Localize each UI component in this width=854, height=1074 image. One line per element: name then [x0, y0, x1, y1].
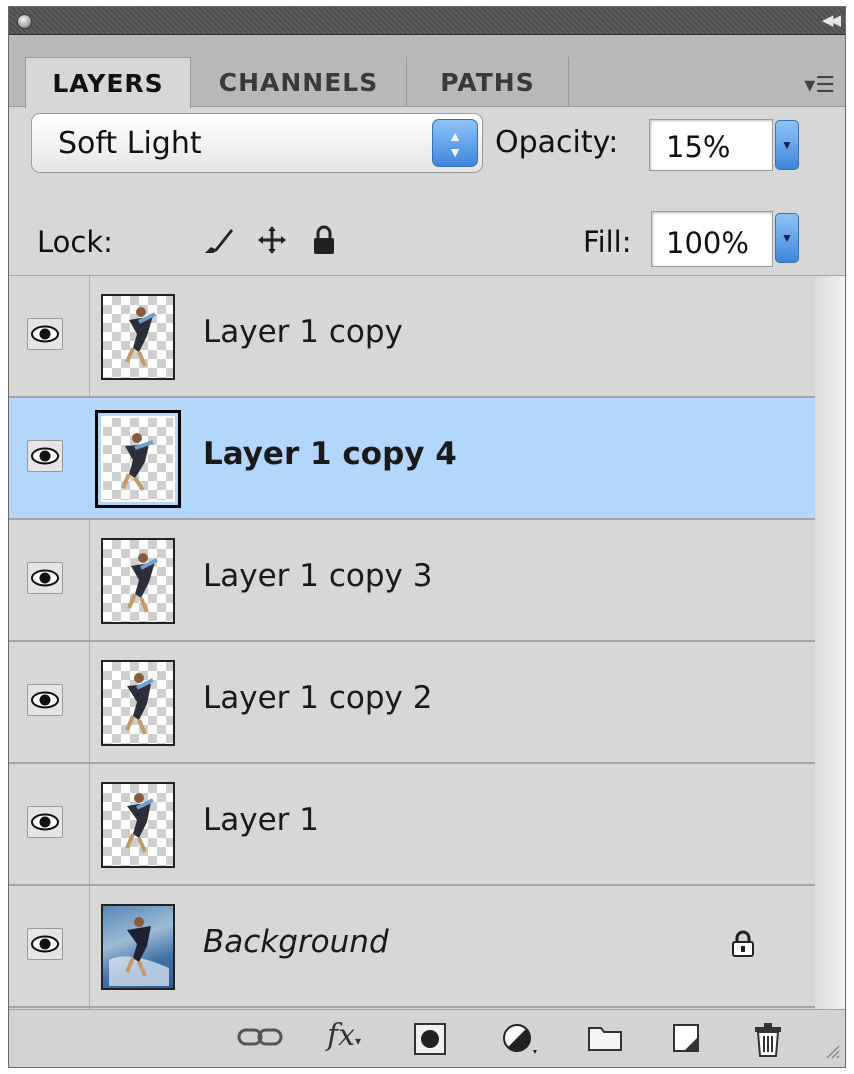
layers-panel: ◀◀ LAYERS CHANNELS PATHS ▾☰ Soft Light ▲… [8, 6, 846, 1068]
fill-input[interactable]: 100% [651, 211, 773, 267]
layer-thumbnail[interactable] [101, 782, 175, 868]
tab-channels[interactable]: CHANNELS [191, 57, 407, 107]
layer-name[interactable]: Layer 1 copy 2 [203, 680, 432, 716]
layer-thumbnail[interactable] [101, 538, 175, 624]
layer-list-scrollbar[interactable] [815, 276, 845, 1009]
layer-name[interactable]: Layer 1 copy 3 [203, 558, 432, 594]
tab-paths[interactable]: PATHS [407, 57, 569, 107]
new-layer-icon[interactable] [671, 1022, 701, 1056]
layer-row-background[interactable]: Background [9, 886, 815, 1008]
layer-row[interactable]: Layer 1 copy [9, 276, 815, 398]
layer-name[interactable]: Layer 1 copy 4 [203, 436, 457, 472]
visibility-eye-icon[interactable] [27, 806, 63, 838]
panel-title-bar[interactable]: ◀◀ [9, 7, 845, 35]
layer-row-selected[interactable]: Layer 1 copy 4 [9, 398, 815, 520]
layer-row[interactable]: Layer 1 copy 3 [9, 520, 815, 642]
close-panel-icon[interactable] [17, 14, 32, 29]
add-layer-mask-icon[interactable] [413, 1022, 447, 1056]
lock-label: Lock: [37, 225, 113, 259]
new-adjustment-layer-icon[interactable] [501, 1022, 541, 1056]
panel-menu-icon[interactable]: ▾☰ [804, 73, 835, 98]
link-layers-icon[interactable] [237, 1022, 283, 1056]
lock-all-icon[interactable] [307, 223, 341, 257]
collapse-panel-icon[interactable]: ◀◀ [822, 11, 841, 29]
visibility-eye-icon[interactable] [27, 318, 63, 350]
layer-locked-icon [731, 930, 755, 963]
layer-list: Layer 1 copy Layer 1 copy 4 Layer 1 copy… [9, 275, 845, 1009]
layer-name[interactable]: Layer 1 copy [203, 314, 403, 350]
blend-mode-stepper-icon[interactable]: ▲ ▼ [432, 119, 478, 167]
lock-position-icon[interactable] [255, 223, 289, 257]
panel-tab-bar: LAYERS CHANNELS PATHS ▾☰ [9, 35, 845, 108]
layer-name[interactable]: Background [203, 924, 389, 960]
blend-mode-select[interactable]: Soft Light ▲ ▼ [31, 113, 483, 173]
tab-layers[interactable]: LAYERS [25, 57, 191, 108]
layer-row[interactable]: Layer 1 copy 2 [9, 642, 815, 764]
layer-style-fx-icon[interactable]: fx▾ [327, 1018, 361, 1053]
layer-name[interactable]: Layer 1 [203, 802, 319, 838]
fill-dropdown-icon[interactable]: ▼ [775, 213, 799, 263]
lock-image-pixels-icon[interactable] [201, 223, 235, 257]
opacity-label: Opacity: [495, 125, 619, 160]
layer-thumbnail[interactable] [101, 660, 175, 746]
resize-grip-icon[interactable] [823, 1042, 841, 1065]
opacity-dropdown-icon[interactable]: ▼ [775, 120, 799, 170]
background-thumbnail[interactable] [101, 904, 175, 990]
visibility-eye-icon[interactable] [27, 928, 63, 960]
layer-thumbnail[interactable] [95, 410, 181, 508]
blend-mode-value: Soft Light [58, 126, 202, 161]
layer-row[interactable]: Layer 1 [9, 764, 815, 886]
visibility-eye-icon[interactable] [27, 684, 63, 716]
new-group-folder-icon[interactable] [587, 1022, 623, 1056]
visibility-eye-icon[interactable] [27, 440, 63, 472]
fill-label: Fill: [583, 225, 632, 259]
layers-panel-footer: fx▾ [9, 1009, 845, 1067]
layer-thumbnail[interactable] [101, 294, 175, 380]
visibility-eye-icon[interactable] [27, 562, 63, 594]
delete-layer-trash-icon[interactable] [753, 1022, 783, 1057]
opacity-input[interactable]: 15% [649, 119, 773, 171]
